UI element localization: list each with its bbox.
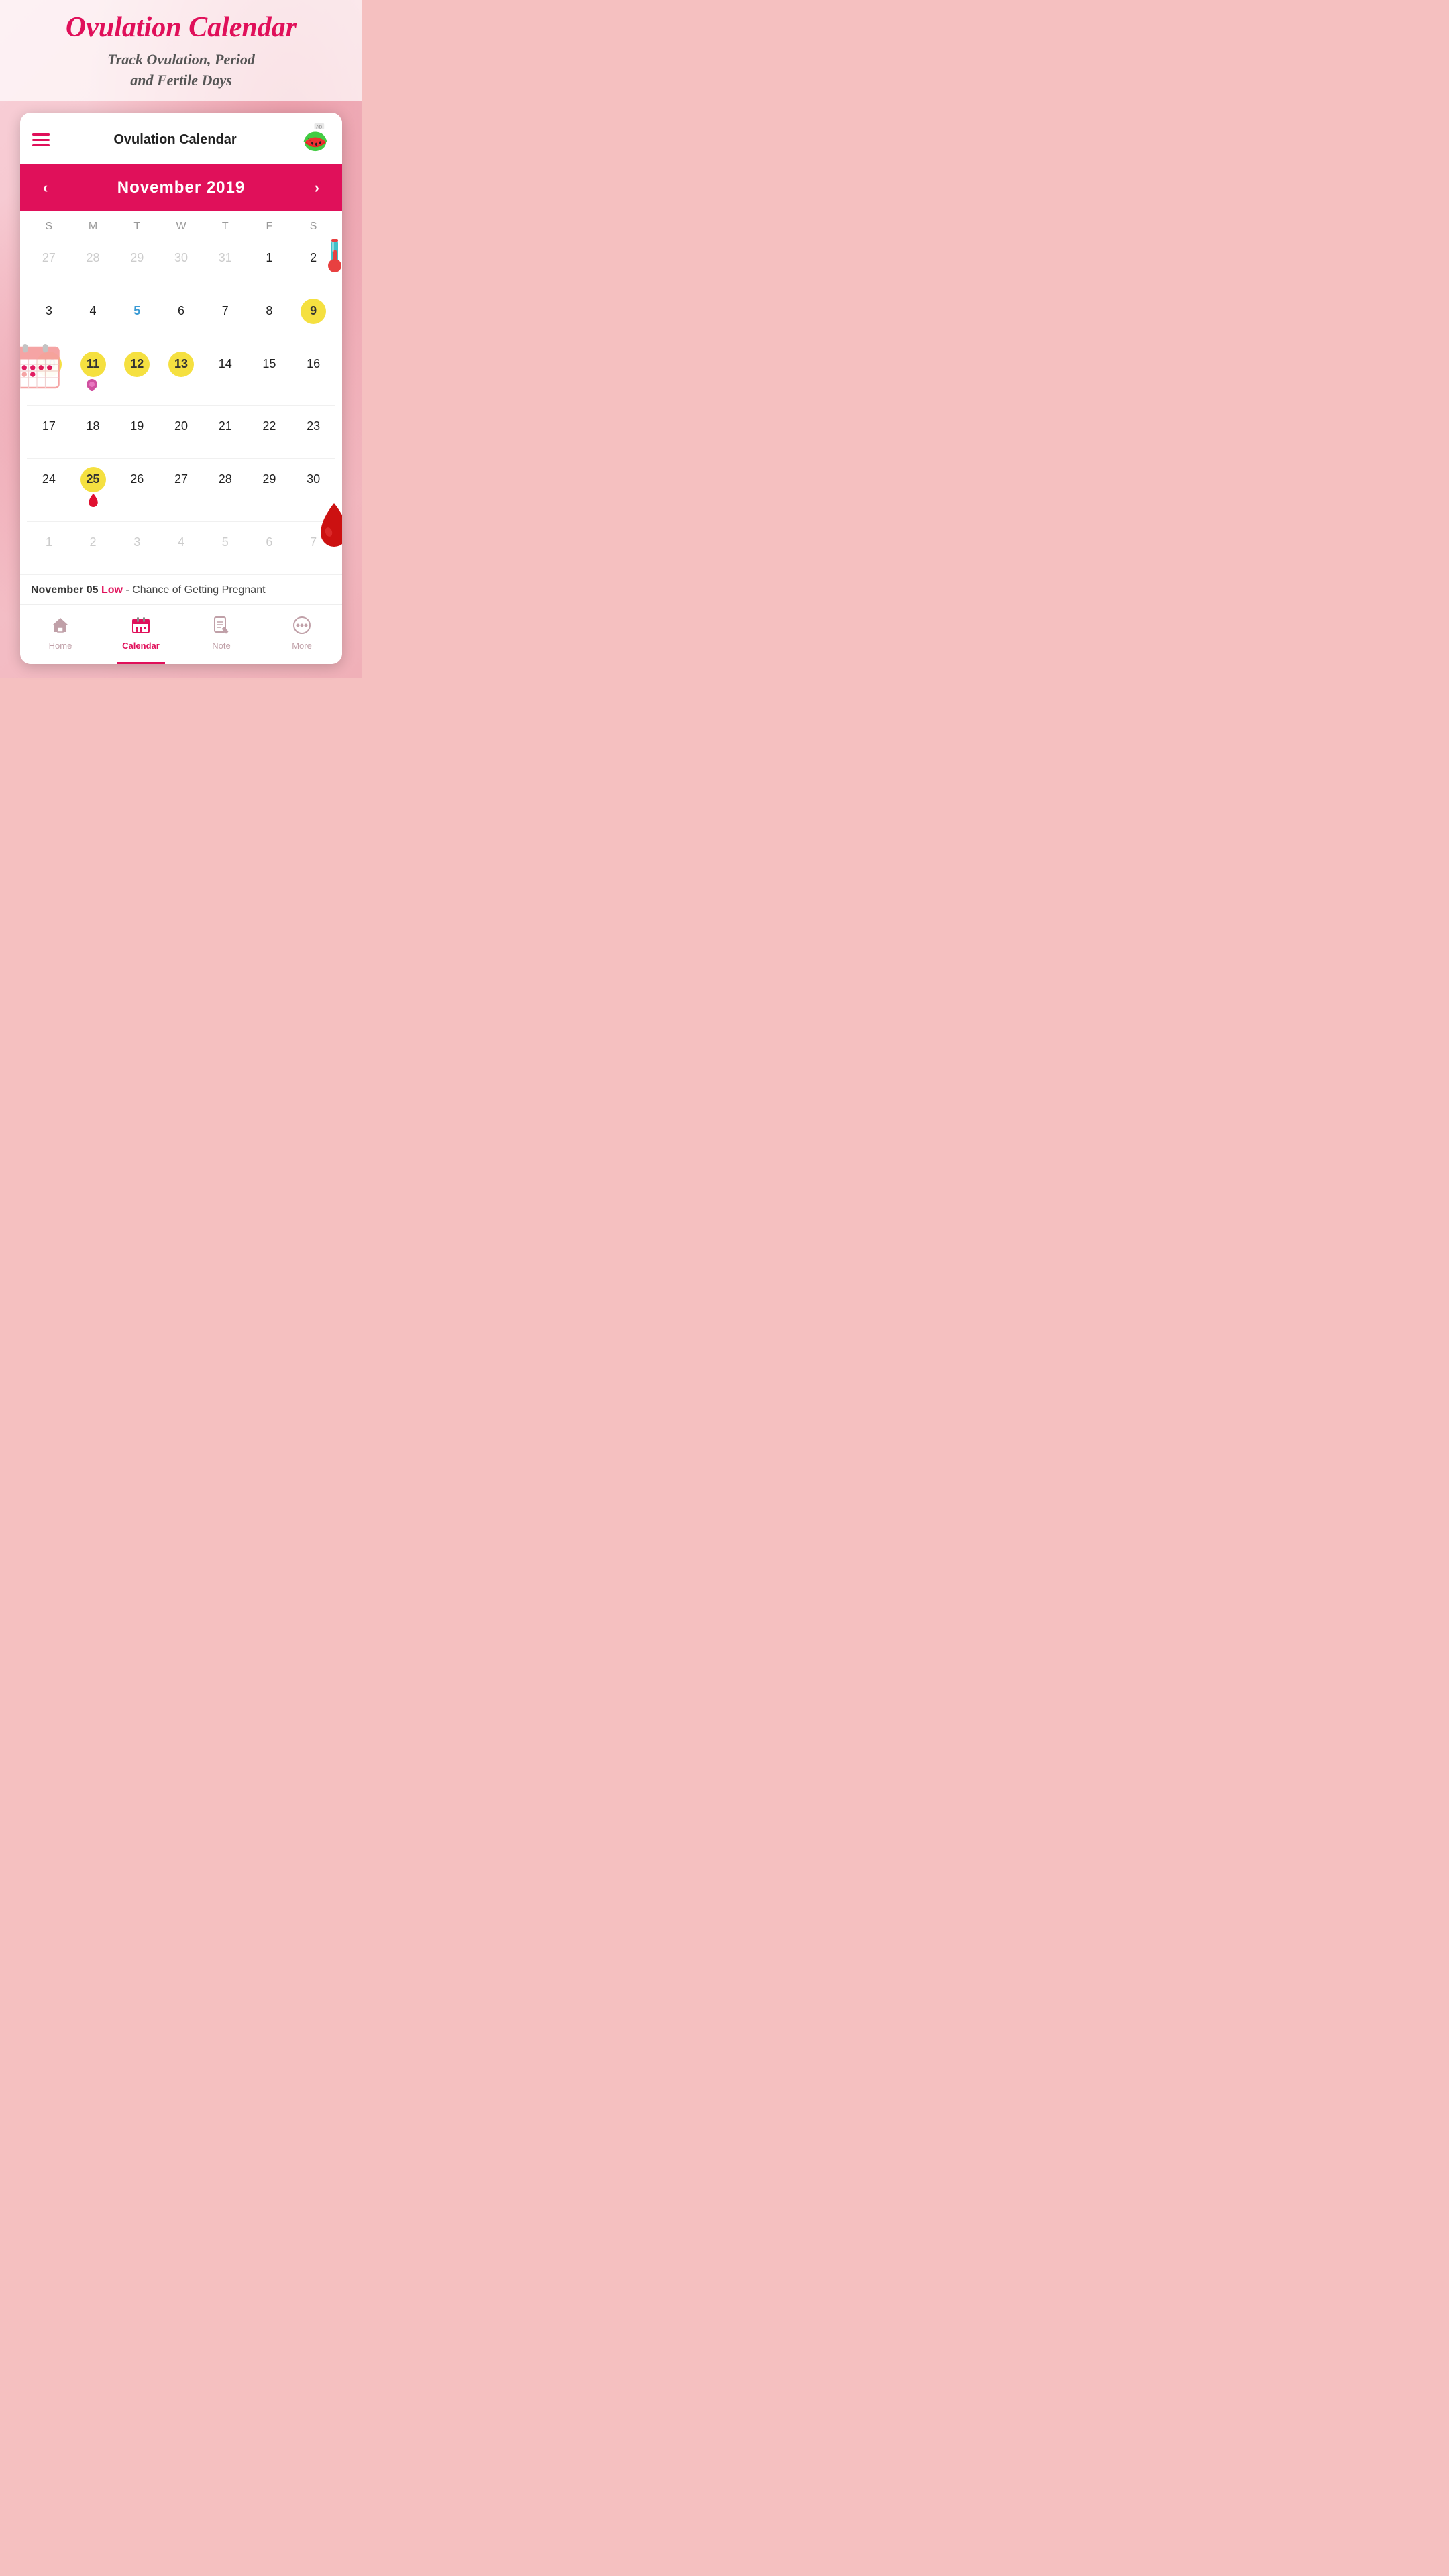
day-cell-nov27[interactable]: 27 [159,464,203,516]
app-subtitle: Track Ovulation, Periodand Fertile Days [13,50,349,91]
nav-more-label: More [292,641,312,651]
calendar-week-2: 3 4 5 6 7 8 9 [27,290,335,343]
day-header-sat: S [291,221,335,233]
day-cell-nov20[interactable]: 20 [159,411,203,453]
day-cell-nov12[interactable]: 12 [115,349,159,400]
prev-month-button[interactable]: ‹ [36,176,54,199]
more-icon [292,616,311,638]
blood-drop-small [87,492,99,511]
calendar-week-4: 17 18 19 20 21 22 23 [27,405,335,458]
day-cell-nov6[interactable]: 6 [159,296,203,337]
info-date: November 05 [31,584,99,596]
phone-frame: Ovulation Calendar AD [20,113,342,664]
day-cell-nov21[interactable]: 21 [203,411,248,453]
month-navigation: ‹ November 2019 › [20,164,342,211]
day-cell-nov25[interactable]: 25 [71,464,115,516]
nav-calendar-label: Calendar [122,641,160,651]
calendar-icon [131,616,150,638]
day-cell-nov16[interactable]: 16 [291,349,335,400]
day-cell-nov8[interactable]: 8 [248,296,292,337]
calendar-week-6: 1 2 3 4 5 6 7 [27,521,335,574]
large-blood-drop [314,500,342,557]
day-header-thu: T [203,221,248,233]
day-cell-dec3[interactable]: 3 [115,527,159,569]
fertility-status: Low [101,584,123,596]
nav-home-label: Home [49,641,72,651]
nav-note-label: Note [212,641,230,651]
app-title: Ovulation Calendar [13,12,349,43]
day-cell-dec6[interactable]: 6 [248,527,292,569]
note-icon [212,616,231,638]
day-cell-oct27[interactable]: 27 [27,243,71,284]
day-header-sun: S [27,221,71,233]
day-cell-dec1[interactable]: 1 [27,527,71,569]
top-banner: Ovulation Calendar Track Ovulation, Peri… [0,0,362,101]
day-cell-nov28[interactable]: 28 [203,464,248,516]
day-cell-nov5[interactable]: 5 [115,296,159,337]
home-icon [51,616,70,638]
day-header-fri: F [248,221,292,233]
day-cell-oct28[interactable]: 28 [71,243,115,284]
day-cell-nov1[interactable]: 1 [248,243,292,284]
calendar-container: S M T W T F S 27 28 29 30 [20,214,342,574]
day-cell-nov3[interactable]: 3 [27,296,71,337]
info-bar: November 05 Low - Chance of Getting Preg… [20,574,342,604]
day-cell-nov24[interactable]: 24 [27,464,71,516]
day-headers: S M T W T F S [27,214,335,237]
day-cell-nov17[interactable]: 17 [27,411,71,453]
nav-calendar[interactable]: Calendar [101,612,181,655]
day-cell-nov4[interactable]: 4 [71,296,115,337]
day-cell-nov15[interactable]: 15 [248,349,292,400]
day-cell-nov9[interactable]: 9 [291,296,335,337]
day-cell-nov13[interactable]: 13 [159,349,203,400]
header-title: Ovulation Calendar [113,132,236,148]
bottom-navigation: Home [20,604,342,664]
thermometer-icon [321,236,342,280]
app-header: Ovulation Calendar AD [20,113,342,164]
day-cell-dec5[interactable]: 5 [203,527,248,569]
day-cell-dec4[interactable]: 4 [159,527,203,569]
svg-text:AD: AD [316,125,322,129]
calendar-week-3: 10 11 12 13 [27,343,335,405]
info-description: - Chance of Getting Pregnant [125,584,265,596]
day-header-wed: W [159,221,203,233]
day-cell-oct30[interactable]: 30 [159,243,203,284]
day-cell-dec2[interactable]: 2 [71,527,115,569]
day-cell-nov29[interactable]: 29 [248,464,292,516]
hamburger-menu[interactable] [32,133,50,146]
day-cell-nov7[interactable]: 7 [203,296,248,337]
next-month-button[interactable]: › [308,176,326,199]
ovulation-indicator [85,379,101,394]
day-cell-nov18[interactable]: 18 [71,411,115,453]
nav-note[interactable]: Note [181,612,262,655]
day-cell-nov23[interactable]: 23 [291,411,335,453]
nav-more[interactable]: More [262,612,342,655]
watermelon-logo: AD [301,123,330,156]
day-cell-nov22[interactable]: 22 [248,411,292,453]
calendar-week-1: 27 28 29 30 31 1 2 [27,237,335,290]
day-cell-nov11[interactable]: 11 [71,349,115,400]
day-cell-nov26[interactable]: 26 [115,464,159,516]
day-header-mon: M [71,221,115,233]
month-year-label: November 2019 [117,178,245,197]
day-cell-nov2[interactable]: 2 [291,243,335,284]
day-cell-nov19[interactable]: 19 [115,411,159,453]
day-cell-oct31[interactable]: 31 [203,243,248,284]
nav-home[interactable]: Home [20,612,101,655]
day-cell-nov14[interactable]: 14 [203,349,248,400]
mini-calendar-decoration [20,341,60,394]
day-header-tue: T [115,221,159,233]
calendar-week-5: 24 25 26 27 28 [27,458,335,521]
day-cell-oct29[interactable]: 29 [115,243,159,284]
